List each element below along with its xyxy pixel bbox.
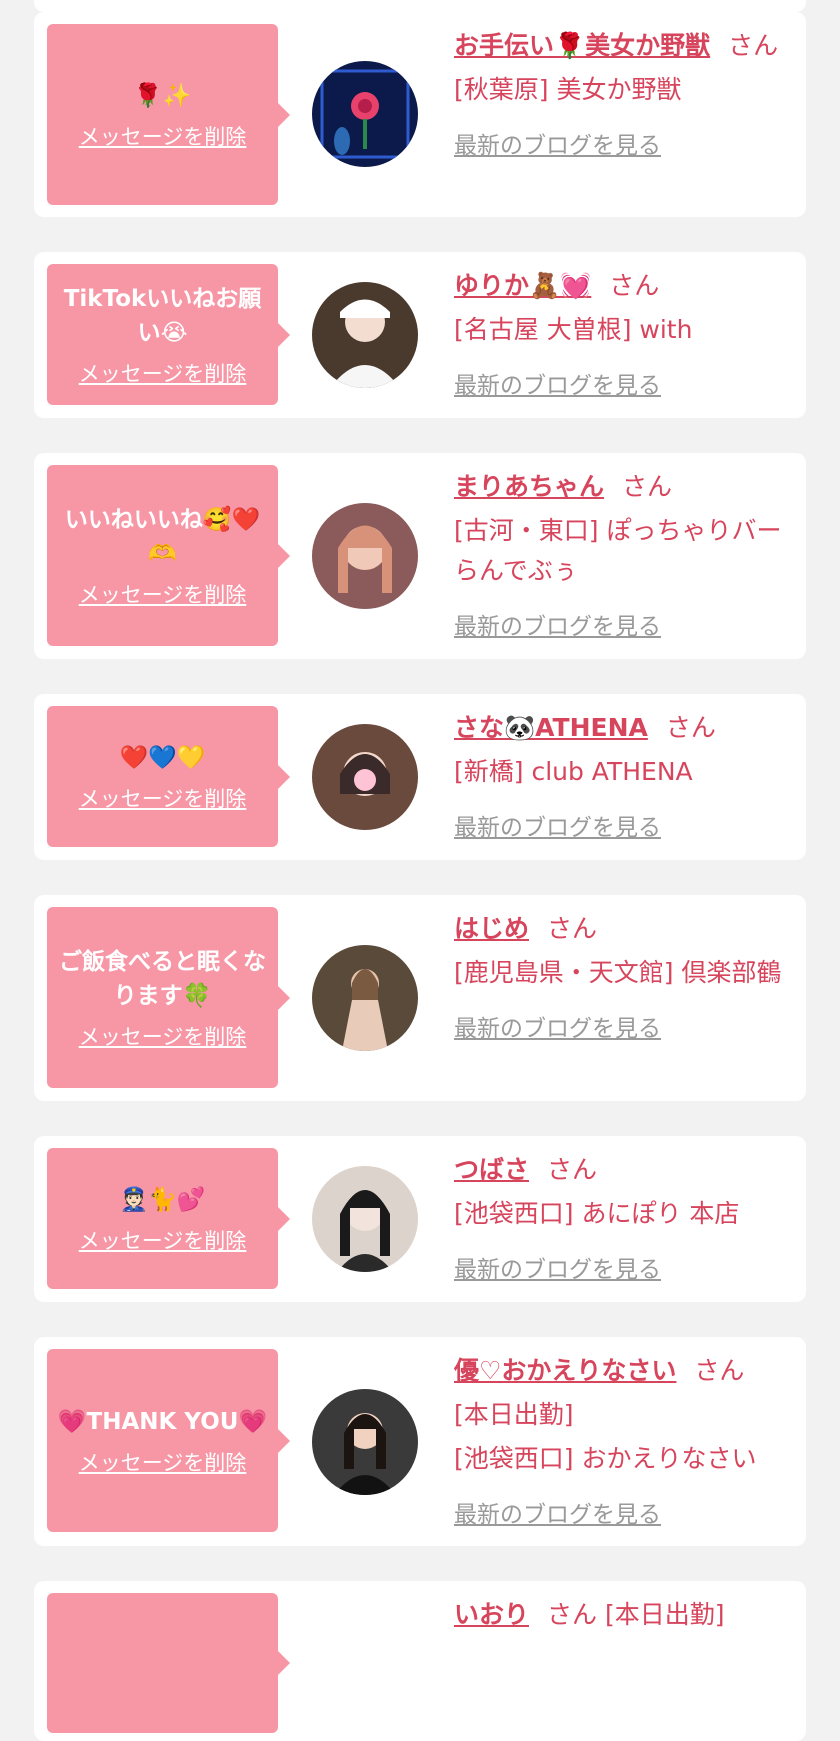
- favorite-card: いおり さん [本日出勤]: [34, 1581, 806, 1741]
- avatar[interactable]: [312, 1389, 418, 1495]
- name-link[interactable]: まりあちゃん: [454, 472, 604, 501]
- woman-avatar-icon: [312, 724, 418, 830]
- entry-info: いおり さん [本日出勤]: [454, 1595, 788, 1635]
- woman-avatar-icon: [312, 282, 418, 388]
- shop-line: [古河・東口] ぽっちゃりバー らんでぶぅ: [454, 516, 782, 585]
- avatar[interactable]: [312, 503, 418, 609]
- favorite-card: 💗THANK YOU💗 メッセージを削除 優♡おかえりなさい さん [本日出勤] …: [34, 1337, 806, 1546]
- avatar[interactable]: [312, 724, 418, 830]
- avatar[interactable]: [312, 282, 418, 388]
- shop-line: [池袋西口] あにぽり 本店: [454, 1199, 740, 1228]
- message-text: 👮🏻🐈💕: [119, 1186, 206, 1213]
- delete-message-link[interactable]: メッセージを削除: [79, 579, 247, 609]
- blog-link[interactable]: 最新のブログを見る: [454, 126, 661, 160]
- delete-message-link[interactable]: メッセージを削除: [79, 783, 247, 813]
- blog-link[interactable]: 最新のブログを見る: [454, 1495, 661, 1529]
- honorific: さん: [694, 1356, 745, 1385]
- message-bubble: いいねいいね🥰❤️🫶 メッセージを削除: [47, 465, 290, 646]
- shop-line: [本日出勤]: [604, 1600, 725, 1629]
- blog-link[interactable]: 最新のブログを見る: [454, 366, 661, 400]
- message-bubble: TikTokいいねお願い😭 メッセージを削除: [47, 264, 290, 405]
- message-text: 🌹✨: [133, 82, 192, 109]
- favorite-card: 🌹✨ メッセージを削除 お手伝い🌹美女か野獣 さん [秋葉原] 美女か野獣 最新の…: [34, 12, 806, 217]
- shop-line: [秋葉原] 美女か野獣: [454, 75, 682, 104]
- blog-link[interactable]: 最新のブログを見る: [454, 1250, 661, 1284]
- delete-message-link[interactable]: メッセージを削除: [79, 1021, 247, 1051]
- rose-avatar-icon: [312, 61, 418, 167]
- message-bubble: 💗THANK YOU💗 メッセージを削除: [47, 1349, 290, 1532]
- honorific: さん: [728, 31, 779, 60]
- message-bubble: ご飯食べると眠くなります🍀 メッセージを削除: [47, 907, 290, 1088]
- name-link[interactable]: つばさ: [454, 1155, 529, 1184]
- message-text: TikTokいいねお願い😭: [63, 285, 262, 346]
- honorific: さん: [547, 1155, 598, 1184]
- message-text: ❤️💙💛: [119, 744, 206, 771]
- blog-link[interactable]: 最新のブログを見る: [454, 607, 661, 641]
- shop-line: [名古屋 大曽根] with: [454, 315, 693, 344]
- delete-message-link[interactable]: メッセージを削除: [79, 358, 247, 388]
- woman-avatar-icon: [312, 1166, 418, 1272]
- message-bubble: 🌹✨ メッセージを削除: [47, 24, 290, 205]
- favorite-card: ❤️💙💛 メッセージを削除 さな🐼ATHENA さん [新橋] club ATHE…: [34, 694, 806, 860]
- previous-card-edge: [34, 0, 806, 12]
- name-link[interactable]: ゆりか🧸💓: [454, 271, 591, 300]
- delete-message-link[interactable]: メッセージを削除: [79, 1225, 247, 1255]
- message-text: 💗THANK YOU💗: [57, 1408, 268, 1435]
- entry-info: お手伝い🌹美女か野獣 さん [秋葉原] 美女か野獣 最新のブログを見る: [454, 26, 788, 160]
- blog-link[interactable]: 最新のブログを見る: [454, 808, 661, 842]
- name-link[interactable]: お手伝い🌹美女か野獣: [454, 31, 710, 60]
- entry-info: ゆりか🧸💓 さん [名古屋 大曽根] with 最新のブログを見る: [454, 266, 788, 400]
- message-text: いいねいいね🥰❤️🫶: [64, 506, 261, 567]
- message-text: ご飯食べると眠くなります🍀: [59, 948, 266, 1009]
- avatar[interactable]: [312, 945, 418, 1051]
- honorific: さん: [547, 914, 598, 943]
- entry-info: さな🐼ATHENA さん [新橋] club ATHENA 最新のブログを見る: [454, 708, 788, 842]
- message-bubble: [47, 1593, 290, 1733]
- entry-info: はじめ さん [鹿児島県・天文館] 倶楽部鶴 最新のブログを見る: [454, 909, 788, 1043]
- favorite-card: ご飯食べると眠くなります🍀 メッセージを削除 はじめ さん [鹿児島県・天文館] …: [34, 895, 806, 1101]
- favorite-card: いいねいいね🥰❤️🫶 メッセージを削除 まりあちゃん さん [古河・東口] ぽっち…: [34, 453, 806, 659]
- honorific: さん: [609, 271, 660, 300]
- entry-info: まりあちゃん さん [古河・東口] ぽっちゃりバー らんでぶぅ 最新のブログを見る: [454, 467, 788, 641]
- woman-avatar-icon: [312, 945, 418, 1051]
- avatar[interactable]: [312, 1166, 418, 1272]
- name-link[interactable]: 優♡おかえりなさい: [454, 1356, 676, 1385]
- shop-line: [鹿児島県・天文館] 倶楽部鶴: [454, 958, 782, 987]
- shop-line: [本日出勤]: [454, 1400, 574, 1429]
- name-link[interactable]: いおり: [454, 1600, 529, 1629]
- avatar[interactable]: [312, 61, 418, 167]
- entry-info: 優♡おかえりなさい さん [本日出勤] [池袋西口] おかえりなさい 最新のブログ…: [454, 1351, 788, 1529]
- honorific: さん: [547, 1600, 598, 1629]
- blog-link[interactable]: 最新のブログを見る: [454, 1009, 661, 1043]
- honorific: さん: [665, 713, 716, 742]
- favorite-card: 👮🏻🐈💕 メッセージを削除 つばさ さん [池袋西口] あにぽり 本店 最新のブロ…: [34, 1136, 806, 1302]
- message-bubble: ❤️💙💛 メッセージを削除: [47, 706, 290, 847]
- name-link[interactable]: さな🐼ATHENA: [454, 713, 648, 742]
- name-link[interactable]: はじめ: [454, 914, 529, 943]
- shop-line: [新橋] club ATHENA: [454, 757, 693, 786]
- woman-avatar-icon: [312, 1389, 418, 1495]
- honorific: さん: [622, 472, 673, 501]
- woman-avatar-icon: [312, 503, 418, 609]
- shop-line: [池袋西口] おかえりなさい: [454, 1444, 757, 1473]
- delete-message-link[interactable]: メッセージを削除: [79, 121, 247, 151]
- favorite-card: TikTokいいねお願い😭 メッセージを削除 ゆりか🧸💓 さん [名古屋 大曽根]…: [34, 252, 806, 418]
- message-bubble: 👮🏻🐈💕 メッセージを削除: [47, 1148, 290, 1289]
- entry-info: つばさ さん [池袋西口] あにぽり 本店 最新のブログを見る: [454, 1150, 788, 1284]
- delete-message-link[interactable]: メッセージを削除: [79, 1447, 247, 1477]
